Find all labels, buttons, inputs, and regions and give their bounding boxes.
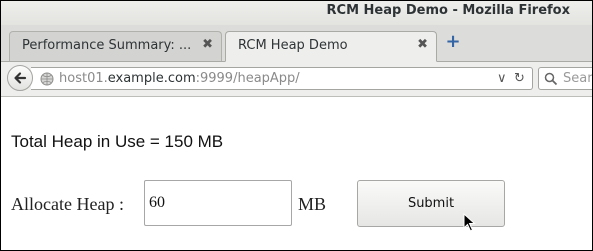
url-suffix: :9999/heapApp/ (195, 71, 300, 86)
url-text: host01.example.com:9999/heapApp/ (59, 71, 300, 86)
reload-icon[interactable]: ↻ (514, 71, 525, 86)
search-bar[interactable]: Sear (538, 67, 592, 90)
url-host: example.com (107, 71, 196, 86)
search-placeholder: Sear (563, 71, 592, 86)
title-bar: RCM Heap Demo - Mozilla Firefox (1, 1, 592, 25)
tab-label: Performance Summary: ... (22, 38, 192, 53)
tab-rcm-heap-demo[interactable]: RCM Heap Demo ✖ (225, 31, 437, 62)
heap-usage-text: Total Heap in Use = 150 MB (11, 132, 224, 151)
unit-label: MB (298, 194, 327, 214)
allocate-heap-label: Allocate Heap : (11, 194, 124, 214)
url-dropdown-icon[interactable]: ∨ (497, 71, 507, 86)
tab-performance-summary[interactable]: Performance Summary: ... ✖ (9, 31, 222, 61)
tab-label: RCM Heap Demo (238, 38, 348, 53)
url-bar[interactable]: host01.example.com:9999/heapApp/ ∨ ↻ (31, 67, 533, 90)
navigation-bar: host01.example.com:9999/heapApp/ ∨ ↻ Sea… (1, 62, 592, 97)
globe-icon (40, 72, 54, 86)
back-arrow-icon (14, 72, 27, 84)
close-tab-icon[interactable]: ✖ (202, 37, 213, 52)
page-content: Total Heap in Use = 150 MB Allocate Heap… (1, 97, 592, 250)
submit-button[interactable]: Submit (357, 180, 505, 227)
search-icon (544, 72, 558, 86)
mouse-pointer-icon (463, 213, 476, 232)
new-tab-button[interactable]: + (444, 33, 462, 51)
allocate-heap-input[interactable] (144, 180, 292, 226)
back-button[interactable] (7, 65, 33, 91)
window-title: RCM Heap Demo - Mozilla Firefox (326, 3, 570, 18)
tab-strip: Performance Summary: ... ✖ RCM Heap Demo… (1, 25, 592, 62)
url-prefix: host01. (59, 71, 108, 86)
browser-window: RCM Heap Demo - Mozilla Firefox Performa… (1, 1, 592, 250)
close-tab-icon[interactable]: ✖ (417, 37, 428, 52)
